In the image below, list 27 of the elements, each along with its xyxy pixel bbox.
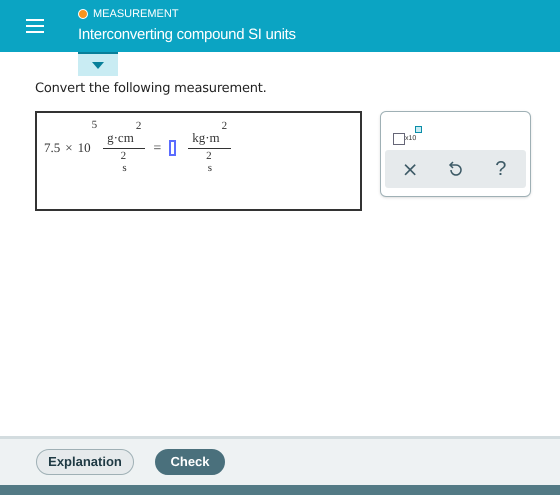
exponent: 2 bbox=[120, 150, 126, 162]
exponent-box-icon bbox=[415, 126, 422, 132]
unit-denominator: s bbox=[122, 162, 127, 174]
square-template-icon[interactable] bbox=[393, 132, 405, 144]
question-prompt: Convert the following measurement. bbox=[35, 80, 268, 98]
exponent: 5 bbox=[92, 118, 98, 132]
menu-icon[interactable] bbox=[25, 18, 45, 34]
explanation-button[interactable]: Explanation bbox=[36, 449, 134, 475]
lesson-title: Interconverting compound SI units bbox=[78, 25, 296, 45]
help-button[interactable]: ? bbox=[488, 154, 513, 184]
exponent: 2 bbox=[206, 150, 212, 162]
check-button[interactable]: Check bbox=[155, 449, 225, 475]
undo-icon[interactable] bbox=[448, 160, 462, 176]
times-sign: × bbox=[65, 139, 73, 158]
equals-sign: = bbox=[153, 140, 162, 158]
coefficient: 7.5 bbox=[44, 139, 60, 158]
exponent: 2 bbox=[136, 120, 142, 132]
power-base: 10 bbox=[78, 139, 91, 158]
exponent: 2 bbox=[222, 120, 228, 132]
unit-numerator: kg·m bbox=[192, 130, 220, 144]
clear-button[interactable]: × bbox=[398, 154, 422, 184]
dropdown-tab[interactable] bbox=[78, 52, 118, 76]
answer-input[interactable] bbox=[169, 140, 176, 156]
topic-label: MEASUREMENT bbox=[93, 6, 179, 22]
unit-numerator: g·cm bbox=[107, 130, 134, 144]
caret-icon bbox=[92, 62, 104, 68]
unit-denominator: s bbox=[208, 162, 212, 174]
